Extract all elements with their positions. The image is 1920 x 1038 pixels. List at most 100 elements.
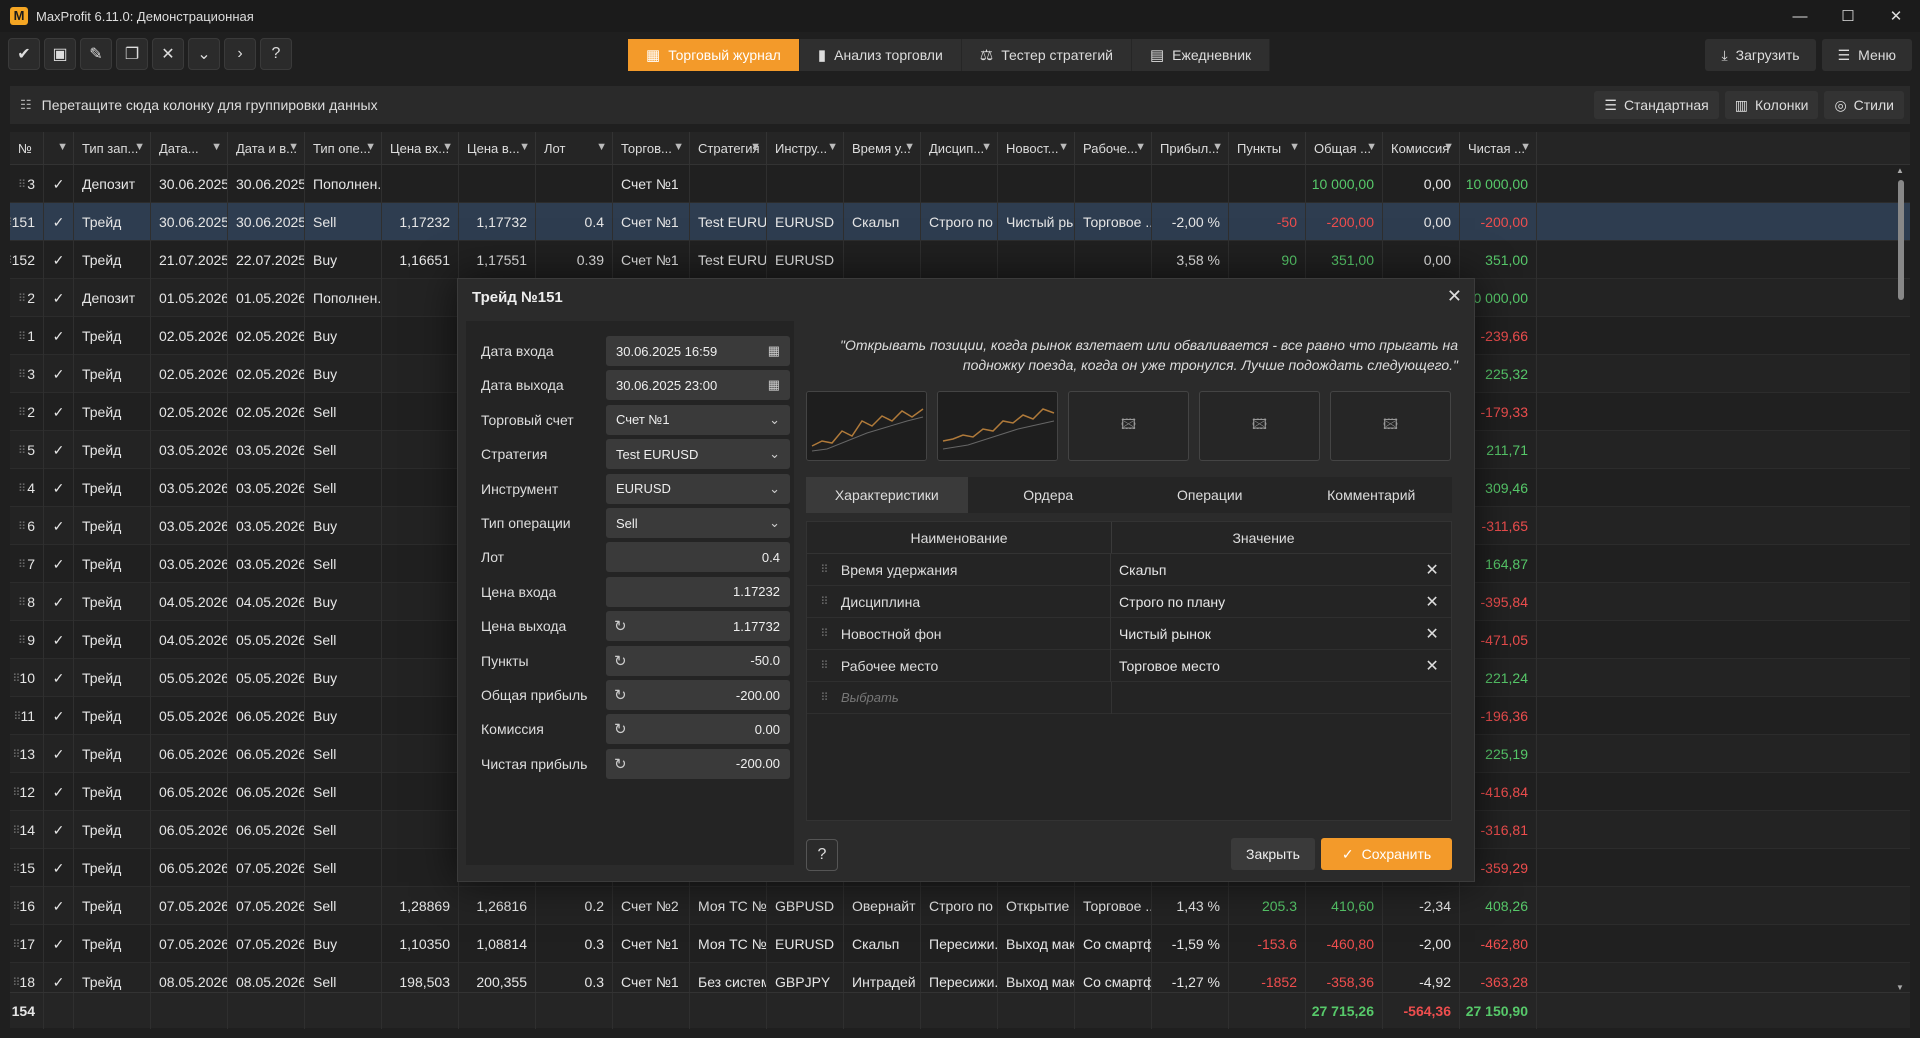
tab-strategy-tester[interactable]: ⚖ Тестер стратегий: [961, 39, 1132, 71]
scroll-up-icon[interactable]: ▲: [1896, 166, 1904, 175]
drag-handle-icon[interactable]: ⠿: [13, 710, 21, 723]
maximize-button[interactable]: ☐: [1824, 0, 1872, 32]
edit-icon[interactable]: ✎: [80, 38, 112, 70]
column-header[interactable]: Рабоче... ▼: [1075, 132, 1152, 165]
date-field[interactable]: 30.06.2025 23:00 ▦: [606, 370, 790, 401]
property-add-row[interactable]: ⠿ Выбрать: [807, 681, 1451, 714]
delete-icon[interactable]: ✕: [152, 38, 184, 70]
table-row[interactable]: ⠿3✓Депозит30.06.2025...30.06.2025...Попо…: [10, 165, 1910, 203]
drag-handle-icon[interactable]: ⠿: [18, 406, 26, 419]
filter-icon[interactable]: ▼: [827, 141, 838, 153]
field-input[interactable]: 1.17232: [606, 576, 790, 607]
filter-icon[interactable]: ▼: [211, 141, 222, 153]
column-header[interactable]: Чистая ... ▼: [1460, 132, 1537, 165]
drag-handle-icon[interactable]: ⠿: [807, 563, 841, 576]
drag-handle-icon[interactable]: ⠿: [12, 938, 20, 951]
filter-icon[interactable]: ▼: [134, 141, 145, 153]
filter-icon[interactable]: ▼: [57, 141, 68, 153]
drag-handle-icon[interactable]: ⠿: [18, 292, 26, 305]
field-select[interactable]: EURUSD ⌄: [606, 473, 790, 504]
filter-icon[interactable]: ▼: [673, 141, 684, 153]
close-icon[interactable]: ✕: [1447, 286, 1462, 307]
column-header[interactable]: Комиссия ▼: [1383, 132, 1460, 165]
filter-icon[interactable]: ▼: [750, 141, 761, 153]
filter-icon[interactable]: ▼: [981, 141, 992, 153]
minimize-button[interactable]: —: [1776, 0, 1824, 32]
field-input[interactable]: 0.00 ↻: [606, 714, 790, 745]
scroll-down-icon[interactable]: ▼: [1896, 983, 1904, 992]
chevron-down-icon[interactable]: ⌄: [188, 38, 220, 70]
remove-icon[interactable]: ✕: [1413, 592, 1451, 612]
drag-handle-icon[interactable]: ⠿: [18, 178, 26, 191]
load-button[interactable]: ⤓ Загрузить: [1705, 39, 1816, 71]
tab-orders[interactable]: Ордера: [968, 477, 1130, 513]
filter-icon[interactable]: ▼: [1443, 141, 1454, 153]
filter-icon[interactable]: ▼: [1135, 141, 1146, 153]
standard-view-button[interactable]: ☰ Стандартная: [1594, 91, 1719, 119]
close-button[interactable]: Закрыть: [1231, 838, 1315, 870]
drag-handle-icon[interactable]: ⠿: [12, 748, 20, 761]
property-row[interactable]: ⠿ Время удержания Скальп ✕: [807, 553, 1451, 586]
table-row[interactable]: ⠿17✓Трейд07.05.2026...07.05.2026...Buy1,…: [10, 925, 1910, 963]
remove-icon[interactable]: ✕: [1413, 624, 1451, 644]
column-header[interactable]: Стратегия ▼: [690, 132, 767, 165]
styles-button[interactable]: ◎ Стили: [1824, 91, 1904, 119]
filter-icon[interactable]: ▼: [596, 141, 607, 153]
column-header[interactable]: Тип зап... ▼: [74, 132, 151, 165]
image-placeholder-icon[interactable]: 🖾: [1330, 391, 1451, 461]
image-placeholder-icon[interactable]: 🖾: [1068, 391, 1189, 461]
field-select[interactable]: Test EURUSD ⌄: [606, 439, 790, 470]
drag-handle-icon[interactable]: ⠿: [18, 444, 26, 457]
refresh-icon[interactable]: ↻: [614, 652, 627, 670]
property-value[interactable]: Чистый рынок: [1110, 617, 1413, 650]
chevron-down-icon[interactable]: ⌄: [769, 481, 780, 497]
image-placeholder-icon[interactable]: 🖾: [1199, 391, 1320, 461]
filter-icon[interactable]: ▼: [519, 141, 530, 153]
filter-icon[interactable]: ▼: [904, 141, 915, 153]
add-check-icon[interactable]: ✔: [8, 38, 40, 70]
field-select[interactable]: Sell ⌄: [606, 508, 790, 538]
column-header[interactable]: Общая ... ▼: [1306, 132, 1383, 165]
select-placeholder[interactable]: Выбрать: [841, 690, 1111, 705]
copy-icon[interactable]: ❐: [116, 38, 148, 70]
id-card-icon[interactable]: ▣: [44, 38, 76, 70]
drag-handle-icon[interactable]: ⠿: [18, 596, 26, 609]
refresh-icon[interactable]: ↻: [614, 755, 627, 773]
column-header[interactable]: Дисцип... ▼: [921, 132, 998, 165]
save-button[interactable]: ✓ Сохранить: [1321, 838, 1452, 870]
column-header[interactable]: Прибыл... ▼: [1152, 132, 1229, 165]
columns-button[interactable]: ▥ Колонки: [1724, 91, 1819, 119]
drag-handle-icon[interactable]: ⠿: [807, 659, 841, 672]
column-header[interactable]: Время у... ▼: [844, 132, 921, 165]
filter-icon[interactable]: ▼: [1212, 141, 1223, 153]
table-row[interactable]: ⠿16✓Трейд07.05.2026...07.05.2026...Sell1…: [10, 887, 1910, 925]
chevron-right-icon[interactable]: ›: [224, 38, 256, 70]
column-header[interactable]: Дата и в... ▼: [228, 132, 305, 165]
drag-handle-icon[interactable]: ⠿: [12, 900, 20, 913]
date-field[interactable]: 30.06.2025 16:59 ▦: [606, 336, 790, 366]
drag-handle-icon[interactable]: ⠿: [18, 330, 26, 343]
tab-operations[interactable]: Операции: [1129, 477, 1291, 513]
chart-thumbnail[interactable]: [806, 391, 927, 461]
filter-icon[interactable]: ▼: [1520, 141, 1531, 153]
filter-icon[interactable]: ▼: [1289, 141, 1300, 153]
property-row[interactable]: ⠿ Дисциплина Строго по плану ✕: [807, 585, 1451, 618]
drag-handle-icon[interactable]: ⠿: [18, 520, 26, 533]
remove-icon[interactable]: ✕: [1413, 560, 1451, 580]
remove-icon[interactable]: ✕: [1413, 656, 1451, 676]
drag-handle-icon[interactable]: ⠿: [807, 595, 841, 608]
refresh-icon[interactable]: ↻: [614, 720, 627, 738]
column-header[interactable]: Цена в... ▼: [459, 132, 536, 165]
drag-handle-icon[interactable]: ⠿: [12, 786, 20, 799]
drag-handle-icon[interactable]: ⠿: [12, 976, 20, 989]
menu-button[interactable]: ☰ Меню: [1821, 39, 1912, 71]
drag-handle-icon[interactable]: ⠿: [12, 824, 20, 837]
chevron-down-icon[interactable]: ⌄: [769, 412, 780, 428]
drag-handle-icon[interactable]: ⠿: [18, 482, 26, 495]
column-header[interactable]: Новост... ▼: [998, 132, 1075, 165]
filter-icon[interactable]: ▼: [1366, 141, 1377, 153]
tab-comment[interactable]: Комментарий: [1291, 477, 1453, 513]
help-button[interactable]: ?: [806, 839, 838, 871]
property-value[interactable]: Торговое место: [1110, 649, 1413, 682]
calendar-icon[interactable]: ▦: [768, 377, 780, 393]
